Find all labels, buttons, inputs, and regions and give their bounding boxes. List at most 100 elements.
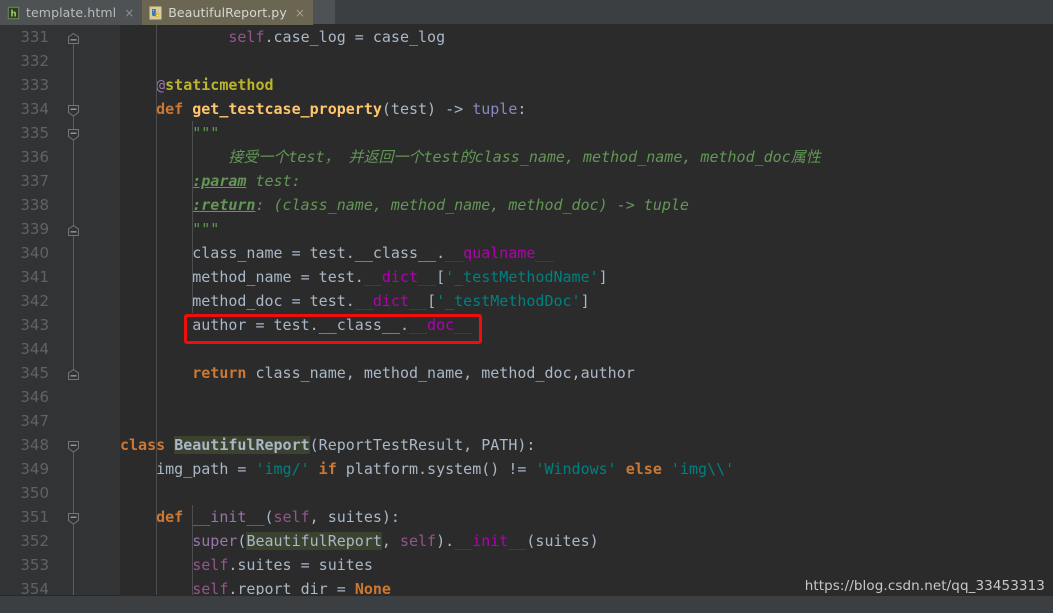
code-token: self xyxy=(228,28,265,46)
line-number: 332 xyxy=(20,52,49,70)
code-token: get_testcase_property xyxy=(192,100,382,118)
code-token: self xyxy=(192,580,229,596)
fold-rail xyxy=(73,109,74,373)
code-token: @ xyxy=(156,76,166,94)
code-token: __dict__ xyxy=(363,268,437,286)
code-line[interactable]: :param test: xyxy=(120,169,1053,193)
code-line[interactable]: return class_name, method_name, method_d… xyxy=(120,361,1053,385)
fold-collapse-icon[interactable] xyxy=(67,126,80,141)
code-token: , suites): xyxy=(309,508,400,526)
fold-rail xyxy=(73,517,74,596)
fold-region-end-icon[interactable] xyxy=(67,222,80,236)
code-token: def xyxy=(156,508,193,526)
code-token: ] xyxy=(580,292,590,310)
code-line[interactable]: class BeautifulReport(ReportTestResult, … xyxy=(120,433,1053,457)
code-line[interactable] xyxy=(120,337,1053,361)
code-token: self xyxy=(399,532,437,550)
code-editor[interactable]: 331 332 333 334 335 336 337 338 339 340 341 342 343 3… xyxy=(0,25,1053,596)
code-line[interactable]: self.suites = suites xyxy=(120,553,1053,577)
code-token: __dict__ xyxy=(354,292,428,310)
code-token: __init__ xyxy=(192,508,265,526)
line-number: 334 xyxy=(20,100,49,118)
code-token: tuple xyxy=(472,100,518,118)
code-token: self xyxy=(273,508,310,526)
code-token: platform.system() != xyxy=(345,460,536,478)
code-line[interactable]: method_doc = test.__dict__['_testMethodD… xyxy=(120,289,1053,313)
code-token: __qualname__ xyxy=(445,244,554,262)
code-line[interactable]: 接受一个test， 并返回一个test的class_name, method_n… xyxy=(120,145,1053,169)
code-token: BeautifulReport xyxy=(246,532,382,550)
code-token: self xyxy=(192,556,229,574)
line-number: 333 xyxy=(20,76,49,94)
code-text-area[interactable]: self.case_log = case_log @staticmethod d… xyxy=(120,25,1053,596)
line-number: 349 xyxy=(20,460,49,478)
code-token: class_name, method_name, method_doc,auth… xyxy=(255,364,635,382)
code-token: else xyxy=(616,460,671,478)
line-number: 338 xyxy=(20,196,49,214)
code-token: class xyxy=(120,436,175,454)
tab-template-html[interactable]: h template.html × xyxy=(0,0,143,25)
indent-guide xyxy=(192,505,194,596)
code-token: [ xyxy=(436,268,446,286)
code-token: :return xyxy=(192,196,256,214)
code-line[interactable]: """ xyxy=(120,121,1053,145)
line-number: 346 xyxy=(20,388,49,406)
fold-collapse-icon[interactable] xyxy=(67,438,80,453)
tab-bar-empty-area xyxy=(334,0,1053,24)
code-line[interactable] xyxy=(120,481,1053,505)
line-number: 350 xyxy=(20,484,49,502)
line-number: 347 xyxy=(20,412,49,430)
code-token: : (class_name, method_name, method_doc) … xyxy=(255,196,689,214)
code-line[interactable]: def get_testcase_property(test) -> tuple… xyxy=(120,97,1053,121)
tab-beautifulreport-py[interactable]: BeautifulReport.py × xyxy=(142,0,313,25)
fold-collapse-icon[interactable] xyxy=(67,510,80,525)
code-line[interactable]: """ xyxy=(120,217,1053,241)
line-number: 343 xyxy=(20,316,49,334)
code-fold-column[interactable] xyxy=(64,25,84,596)
code-token: class_name = test.__class__. xyxy=(120,244,446,262)
code-line[interactable]: method_name = test.__dict__['_testMethod… xyxy=(120,265,1053,289)
fold-region-end-icon[interactable] xyxy=(67,366,80,380)
code-token: (suites) xyxy=(526,532,599,550)
line-number: 344 xyxy=(20,340,49,358)
code-token: if xyxy=(309,460,346,478)
code-token: '_testMethodName' xyxy=(445,268,599,286)
code-line[interactable] xyxy=(120,409,1053,433)
code-line[interactable]: self.case_log = case_log xyxy=(120,25,1053,49)
line-number: 339 xyxy=(20,220,49,238)
tab-bar-filler xyxy=(312,0,335,24)
code-token: ] xyxy=(598,268,608,286)
code-line[interactable]: @staticmethod xyxy=(120,73,1053,97)
code-token: 'img\\' xyxy=(670,460,735,478)
code-token: : xyxy=(517,100,527,118)
fold-collapse-icon[interactable] xyxy=(67,102,80,117)
python-file-icon xyxy=(149,5,163,20)
code-line[interactable]: :return: (class_name, method_name, metho… xyxy=(120,193,1053,217)
code-line[interactable]: author = test.__class__.__doc__ xyxy=(120,313,1053,337)
code-token: , xyxy=(381,532,400,550)
html-file-icon: h xyxy=(7,5,20,20)
code-token: (test) -> xyxy=(381,100,473,118)
code-line[interactable]: img_path = 'img/' if platform.system() !… xyxy=(120,457,1053,481)
code-token: 接受一个test， 并返回一个test的class_name, method_n… xyxy=(228,148,821,166)
code-line[interactable]: def __init__(self, suites): xyxy=(120,505,1053,529)
code-token: author = test.__class__. xyxy=(120,316,409,334)
tab-label: template.html xyxy=(26,5,117,20)
code-line[interactable] xyxy=(120,385,1053,409)
fold-region-end-icon[interactable] xyxy=(67,30,80,44)
close-icon[interactable]: × xyxy=(295,7,305,19)
line-number: 341 xyxy=(20,268,49,286)
close-icon[interactable]: × xyxy=(124,7,134,19)
indent-guide xyxy=(156,25,158,596)
pycharm-editor-window: h template.html × BeautifulReport.py × 3… xyxy=(0,0,1053,613)
code-line[interactable] xyxy=(120,49,1053,73)
code-line[interactable]: super(BeautifulReport, self).__init__(su… xyxy=(120,529,1053,553)
code-token: img_path = xyxy=(120,460,256,478)
code-line[interactable]: class_name = test.__class__.__qualname__ xyxy=(120,241,1053,265)
watermark-text: https://blog.csdn.net/qq_33453313 xyxy=(804,578,1045,594)
line-number: 336 xyxy=(20,148,49,166)
code-token: 'img/' xyxy=(255,460,310,478)
